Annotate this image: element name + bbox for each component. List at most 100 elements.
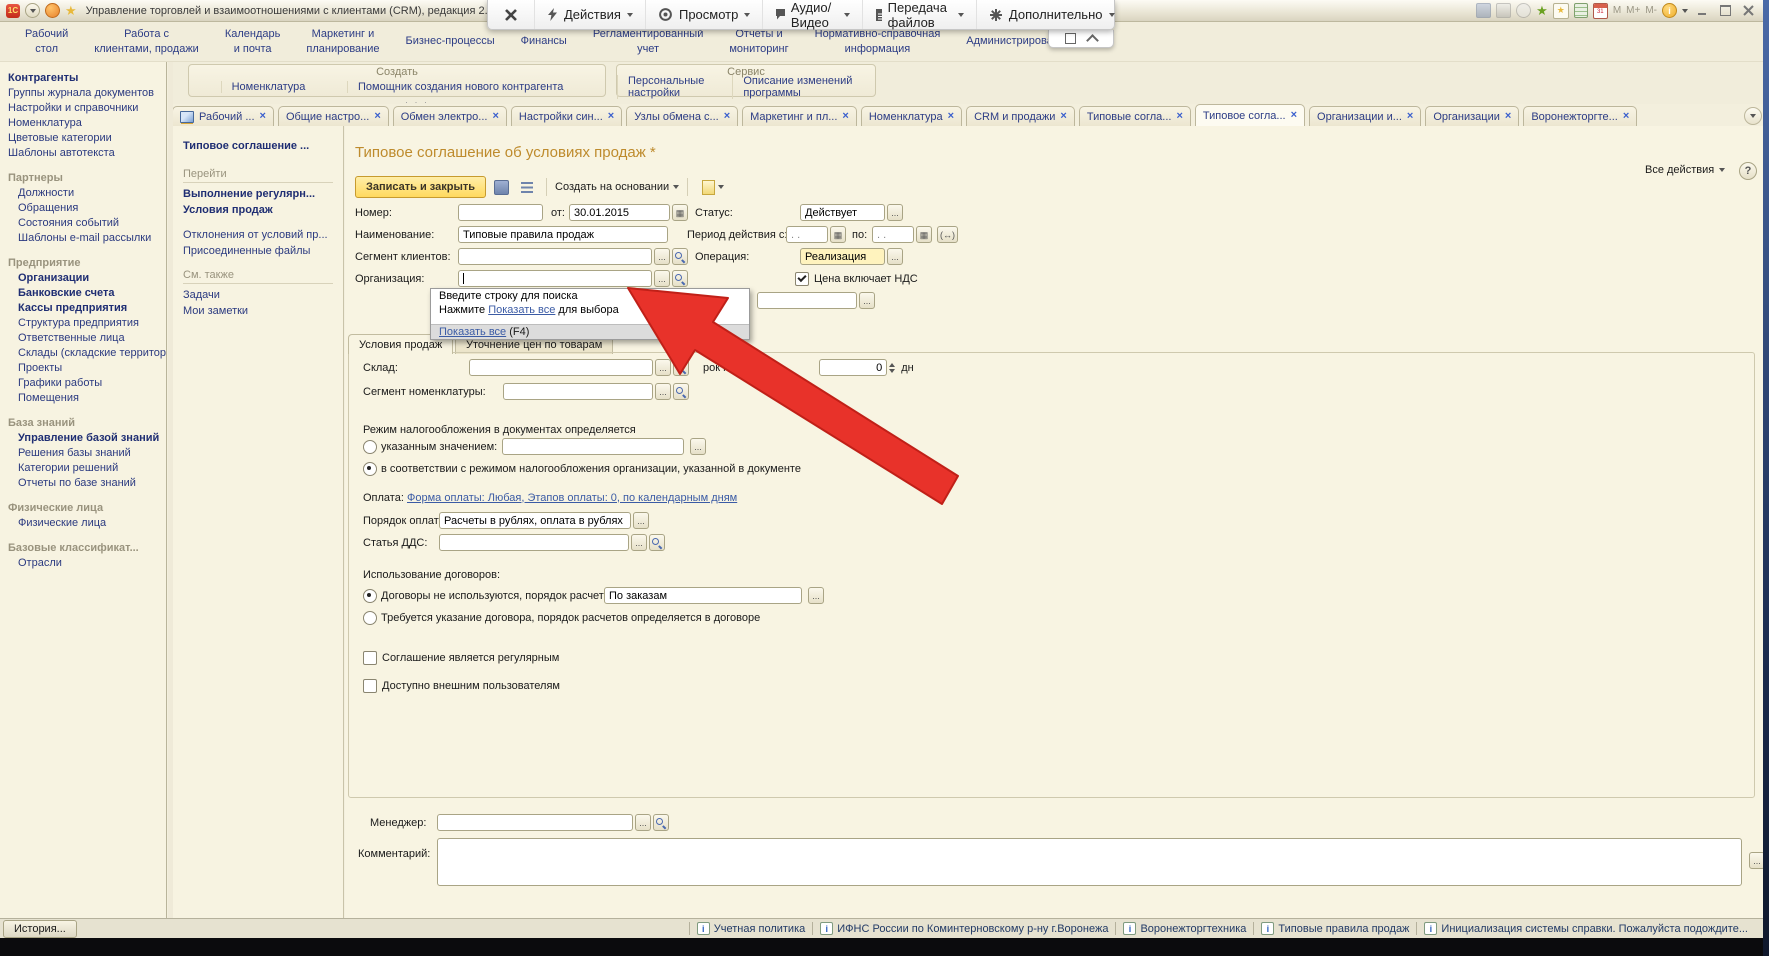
help-button[interactable]: ? [1739, 162, 1757, 180]
tab-close-icon[interactable]: × [1060, 111, 1066, 122]
untitled-input[interactable] [757, 292, 857, 309]
client-segment-select-button[interactable]: ... [654, 248, 670, 265]
document-tab[interactable]: Узлы обмена с... × [626, 106, 738, 126]
tax-value-select-button[interactable]: ... [690, 438, 706, 455]
remote-minimized-tab[interactable] [1048, 30, 1114, 48]
app-circle-icon[interactable] [45, 3, 60, 18]
settlement-order-select-button[interactable]: ... [808, 587, 824, 604]
document-tab[interactable]: Обмен электро... × [393, 106, 507, 126]
tabs-overflow-button[interactable] [1744, 107, 1762, 125]
remote-file-transfer-menu[interactable]: Передача файлов [862, 0, 976, 29]
calculator-icon[interactable] [1574, 3, 1588, 18]
command-item[interactable]: Помощник создания нового контрагента [347, 81, 573, 93]
status-input[interactable]: Действует [800, 204, 885, 221]
nav-item[interactable]: Отклонения от условий пр... [173, 227, 343, 243]
history-button[interactable]: История... [3, 920, 77, 938]
save-button[interactable] [490, 176, 512, 198]
comment-textarea[interactable] [437, 838, 1742, 886]
command-item[interactable]: Описание изменений программы [732, 75, 875, 99]
warehouse-search-button[interactable] [673, 359, 689, 376]
sidebar-item[interactable]: Базовые классификат... [0, 540, 166, 555]
nav-item[interactable]: Перейти [183, 168, 333, 183]
tab-close-icon[interactable]: × [1505, 111, 1511, 122]
ribbon-tab[interactable]: Рабочий стол [12, 25, 81, 58]
tab-close-icon[interactable]: × [1623, 111, 1629, 122]
print-icon[interactable] [1496, 3, 1511, 18]
sidebar-item[interactable]: Отчеты по базе знаний [0, 475, 166, 490]
payment-terms-link[interactable]: Форма оплаты: Любая, Этапов оплаты: 0, п… [407, 492, 737, 504]
tab-close-icon[interactable]: × [260, 111, 266, 122]
sidebar-item[interactable]: Настройки и справочники [0, 100, 166, 115]
show-in-list-button[interactable] [516, 176, 538, 198]
nom-segment-select-button[interactable]: ... [655, 383, 671, 400]
sidebar-item[interactable]: Физические лица [0, 515, 166, 530]
sidebar-item[interactable]: Категории решений [0, 460, 166, 475]
sidebar-item[interactable]: Шаблоны e-mail рассылки [0, 230, 166, 245]
organization-search-button[interactable] [672, 270, 688, 287]
tax-value-input[interactable] [502, 438, 684, 455]
reports-button[interactable] [696, 176, 730, 198]
fullscreen-icon[interactable] [1065, 33, 1076, 44]
sidebar-item[interactable]: Склады (складские территор... [0, 345, 166, 360]
save-close-button[interactable]: Записать и закрыть [355, 176, 486, 198]
command-item[interactable]: Персональные настройки [617, 75, 732, 99]
period-range-button[interactable]: (↔) [937, 226, 958, 243]
sidebar-item[interactable]: Ответственные лица [0, 330, 166, 345]
sidebar-item[interactable]: Обращения [0, 200, 166, 215]
ribbon-tab[interactable]: Регламентированный учет [580, 25, 717, 58]
ribbon-tab[interactable]: Отчеты и мониторинг [716, 25, 801, 58]
no-contracts-radio[interactable] [363, 589, 377, 603]
calendar-icon[interactable]: 31 [1593, 3, 1608, 19]
dds-search-button[interactable] [649, 534, 665, 551]
close-button[interactable] [1739, 3, 1757, 18]
nav-item[interactable]: Типовое соглашение ... [173, 138, 343, 158]
remote-actions-menu[interactable]: Действия [534, 0, 645, 29]
save-icon[interactable] [1476, 3, 1491, 18]
ribbon-tab[interactable]: Календарь и почта [212, 25, 294, 58]
client-segment-search-button[interactable] [672, 248, 688, 265]
document-tab[interactable]: Типовые согла... × [1079, 106, 1191, 126]
tab-close-icon[interactable]: × [374, 111, 380, 122]
add-favorite-icon[interactable]: ★ [1536, 4, 1548, 17]
sidebar-item[interactable]: Контрагенты [0, 70, 166, 85]
ribbon-tab[interactable]: Бизнес-процессы [393, 32, 508, 50]
require-contract-radio[interactable] [363, 611, 377, 625]
nav-item[interactable]: См. также [183, 269, 333, 284]
tab-close-icon[interactable]: × [842, 111, 848, 122]
sidebar-item[interactable]: Шаблоны автотекста [0, 145, 166, 160]
date-input[interactable]: 30.01.2015 [569, 204, 670, 221]
remote-close-button[interactable] [488, 0, 534, 29]
dds-select-button[interactable]: ... [631, 534, 647, 551]
operation-select-button[interactable]: ... [887, 248, 903, 265]
manager-search-button[interactable] [653, 814, 669, 831]
preview-icon[interactable] [1516, 3, 1531, 18]
nav-item[interactable]: Задачи [173, 287, 343, 303]
status-message[interactable]: i ИФНС России по Коминтерновскому р-ну г… [812, 922, 1115, 935]
document-tab[interactable]: Рабочий ... × [172, 106, 274, 126]
sidebar-item[interactable]: Отрасли [0, 555, 166, 570]
tab-close-icon[interactable]: × [1176, 111, 1182, 122]
status-message[interactable]: i Типовые правила продаж [1253, 922, 1416, 935]
nav-item[interactable]: Присоединенные файлы [173, 243, 343, 259]
status-message[interactable]: i Учетная политика [689, 922, 812, 935]
document-tab[interactable]: Настройки син... × [511, 106, 622, 126]
number-input[interactable] [458, 204, 543, 221]
main-menu-button[interactable] [25, 3, 40, 18]
nom-segment-search-button[interactable] [673, 383, 689, 400]
favorites-star-icon[interactable]: ★ [65, 4, 77, 17]
settlement-order-input[interactable]: По заказам [604, 587, 802, 604]
ribbon-tab[interactable]: Работа с клиентами, продажи [81, 25, 212, 58]
memory-mminus-button[interactable]: M- [1645, 5, 1657, 16]
nav-item[interactable]: Мои заметки [173, 303, 343, 319]
delivery-days-input[interactable]: 0 [819, 359, 887, 376]
favorites-list-icon[interactable]: ★ [1553, 3, 1569, 19]
create-based-button[interactable]: Создать на основании [555, 181, 679, 193]
manager-input[interactable] [437, 814, 633, 831]
sidebar-item[interactable]: Управление базой знаний [0, 430, 166, 445]
sidebar-item[interactable]: Состояния событий [0, 215, 166, 230]
status-message[interactable]: i Воронежторгтехника [1115, 922, 1253, 935]
ribbon-tab[interactable]: Финансы [508, 32, 580, 50]
ribbon-tab[interactable]: Нормативно-справочная информация [802, 25, 954, 58]
vat-included-checkbox[interactable] [795, 272, 809, 286]
untitled-select-button[interactable]: ... [859, 292, 875, 309]
